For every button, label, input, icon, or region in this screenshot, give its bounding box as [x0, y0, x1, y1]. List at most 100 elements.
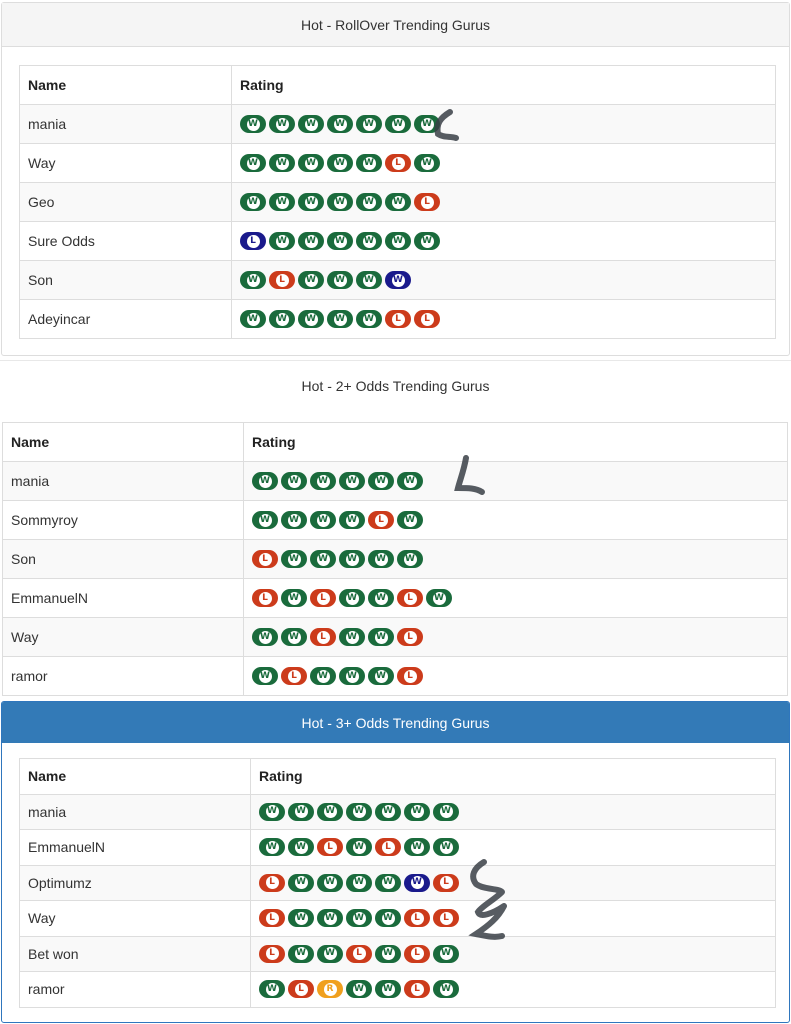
result-letter: W	[333, 312, 347, 326]
result-badge: W	[240, 310, 266, 328]
result-letter: W	[323, 805, 337, 819]
rating-badges: LWWWWLL	[259, 909, 767, 928]
guru-name[interactable]: Son	[19, 260, 232, 300]
table-row: Optimumz L W W W W W L	[19, 864, 776, 901]
guru-name[interactable]: Sommyroy	[2, 500, 244, 540]
table-header-row: Name Rating	[19, 65, 776, 105]
result-letter: L	[410, 911, 424, 925]
result-letter: W	[294, 947, 308, 961]
result-letter: W	[345, 513, 359, 527]
guru-name[interactable]: mania	[19, 104, 232, 144]
result-badge: W	[281, 511, 307, 529]
result-letter: W	[265, 840, 279, 854]
result-letter: L	[265, 947, 279, 961]
result-badge: W	[397, 550, 423, 568]
guru-name[interactable]: Sure Odds	[19, 221, 232, 261]
result-badge: W	[356, 115, 382, 133]
result-badge: W	[414, 154, 440, 172]
result-letter: L	[374, 513, 388, 527]
guru-name[interactable]: Bet won	[19, 935, 251, 972]
guru-rating: WWWWWWW	[250, 793, 776, 830]
result-letter: W	[246, 156, 260, 170]
guru-name[interactable]: Way	[2, 617, 244, 657]
result-letter: L	[420, 312, 434, 326]
guru-name[interactable]: mania	[19, 793, 251, 830]
result-badge: W	[346, 873, 372, 892]
rating-badges: WWWWWWL	[240, 193, 767, 211]
result-letter: W	[323, 876, 337, 890]
rating-badges: LWWWWWL	[259, 873, 767, 892]
result-letter: W	[420, 117, 434, 131]
result-letter: W	[352, 911, 366, 925]
result-letter: W	[374, 552, 388, 566]
result-badge: W	[414, 232, 440, 250]
guru-name[interactable]: Geo	[19, 182, 232, 222]
result-badge: W	[368, 472, 394, 490]
table-row: Son L W W W W W	[2, 539, 788, 579]
result-badge: W	[298, 271, 324, 289]
result-letter: W	[381, 911, 395, 925]
result-letter: W	[287, 513, 301, 527]
result-badge: W	[375, 873, 401, 892]
guru-name[interactable]: Son	[2, 539, 244, 579]
result-badge: L	[397, 589, 423, 607]
result-letter: W	[345, 591, 359, 605]
result-badge: L	[404, 980, 430, 999]
result-badge: L	[433, 909, 459, 928]
result-badge: W	[433, 838, 459, 857]
rating-column-header: Rating	[250, 758, 776, 795]
result-badge: W	[426, 589, 452, 607]
result-badge: W	[346, 909, 372, 928]
panel-heading: Hot - 3+ Odds Trending Gurus	[2, 702, 789, 743]
result-badge: W	[269, 154, 295, 172]
guru-name[interactable]: Adeyincar	[19, 299, 232, 339]
result-badge: W	[375, 944, 401, 963]
three-plus-odds-trending-panel: Hot - 3+ Odds Trending Gurus Name Rating…	[1, 701, 790, 1023]
result-letter: W	[323, 947, 337, 961]
result-letter: L	[246, 234, 260, 248]
rating-badges: WWLWWL	[252, 628, 779, 646]
result-letter: L	[323, 840, 337, 854]
guru-name[interactable]: ramor	[2, 656, 244, 696]
result-badge: W	[288, 909, 314, 928]
guru-name[interactable]: Way	[19, 900, 251, 937]
result-letter: W	[362, 117, 376, 131]
result-badge: W	[288, 802, 314, 821]
result-badge: W	[327, 271, 353, 289]
result-badge: L	[317, 838, 343, 857]
result-badge: W	[252, 472, 278, 490]
rating-badges: WWWWLW	[252, 511, 779, 529]
result-letter: W	[294, 840, 308, 854]
result-letter: W	[316, 552, 330, 566]
result-letter: L	[410, 982, 424, 996]
result-badge: W	[356, 232, 382, 250]
result-letter: W	[391, 117, 405, 131]
guru-name[interactable]: EmmanuelN	[2, 578, 244, 618]
guru-name[interactable]: Optimumz	[19, 864, 251, 901]
result-letter: L	[287, 669, 301, 683]
result-badge: W	[240, 154, 266, 172]
result-badge: W	[317, 873, 343, 892]
result-letter: W	[333, 156, 347, 170]
result-badge: W	[356, 193, 382, 211]
result-badge: L	[259, 909, 285, 928]
result-badge: W	[252, 628, 278, 646]
result-badge: W	[346, 802, 372, 821]
result-letter: W	[275, 195, 289, 209]
panel-title: Hot - RollOver Trending Gurus	[300, 16, 491, 33]
result-badge: W	[375, 980, 401, 999]
result-letter: L	[316, 630, 330, 644]
guru-name[interactable]: Way	[19, 143, 232, 183]
guru-name[interactable]: mania	[2, 461, 244, 501]
table-row: Way L W W W W L L	[19, 900, 776, 937]
result-badge: W	[385, 271, 411, 289]
guru-name[interactable]: ramor	[19, 971, 251, 1008]
table-header-row: Name Rating	[19, 758, 776, 795]
guru-name[interactable]: EmmanuelN	[19, 829, 251, 866]
result-letter: W	[381, 947, 395, 961]
result-letter: W	[287, 474, 301, 488]
result-badge: L	[259, 944, 285, 963]
table-row: ramor W L R W W L W	[19, 971, 776, 1008]
result-letter: W	[352, 876, 366, 890]
rating-badges: WLWWWL	[252, 667, 779, 685]
